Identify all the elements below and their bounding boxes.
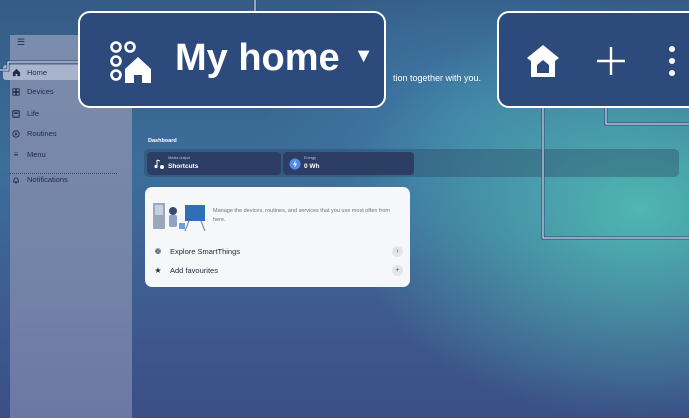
add-icon[interactable] <box>593 43 629 79</box>
chevron-down-icon: ▼ <box>353 45 374 67</box>
more-options-icon[interactable] <box>665 43 679 79</box>
location-callout: My home ▼ <box>78 11 386 108</box>
home-monitor-icon[interactable] <box>525 43 561 79</box>
location-switch-icon[interactable] <box>108 39 154 83</box>
toolbar-callout <box>497 11 689 108</box>
location-name: My home <box>175 37 340 79</box>
location-title[interactable]: My home ▼ <box>175 37 374 80</box>
